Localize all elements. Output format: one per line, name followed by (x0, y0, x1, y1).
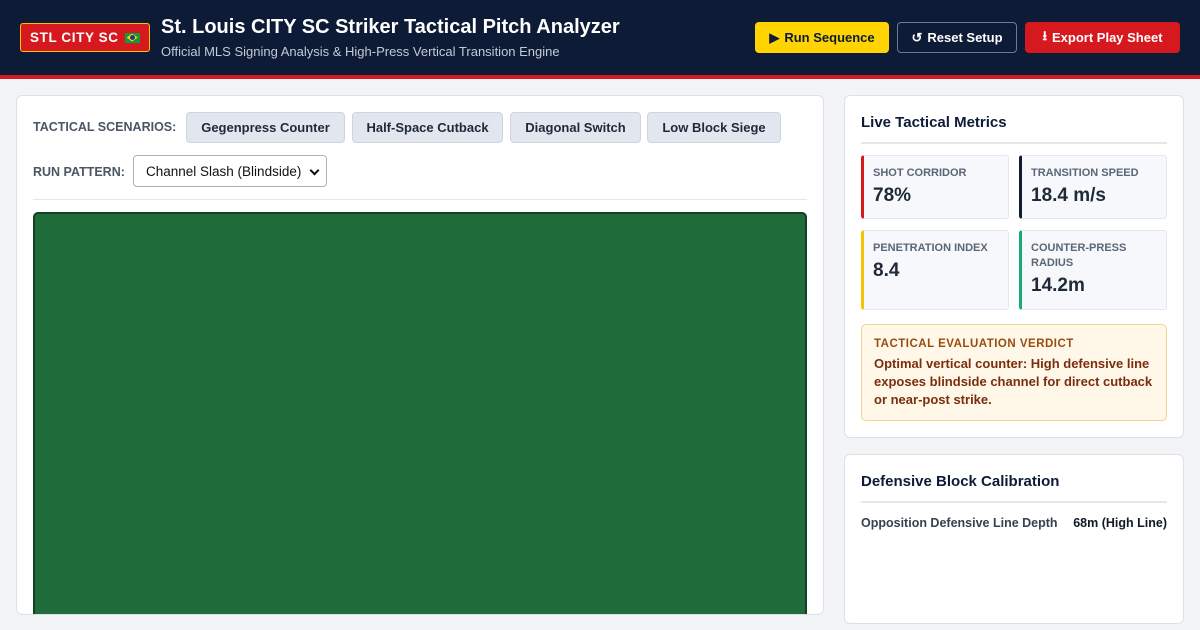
reset-icon: ↺ (911, 29, 923, 45)
app-header: STL CITY SC St. Louis CITY SC Striker Ta… (0, 0, 1200, 79)
tactical-pitch-canvas[interactable] (33, 212, 807, 614)
metric-counter-press-radius: COUNTER-PRESS RADIUS 14.2m (1019, 230, 1167, 310)
metric-penetration-index: PENETRATION INDEX 8.4 (861, 230, 1009, 310)
metric-value: 8.4 (873, 260, 900, 281)
reset-setup-button[interactable]: ↺ Reset Setup (897, 22, 1017, 53)
run-pattern-value: Channel Slash (Blindside) (146, 163, 302, 179)
metric-label: PENETRATION INDEX (873, 242, 988, 254)
live-metrics-divider (861, 142, 1167, 144)
scenario-diagonal-switch[interactable]: Diagonal Switch (510, 112, 641, 143)
calibration-divider (861, 501, 1167, 503)
live-metrics-card: Live Tactical Metrics SHOT CORRIDOR 78% … (844, 95, 1184, 438)
metric-label: TRANSITION SPEED (1031, 167, 1139, 179)
app-title: St. Louis CITY SC Striker Tactical Pitch… (161, 16, 620, 38)
export-play-sheet-label: Export Play Sheet (1052, 30, 1163, 45)
scenario-gegenpress-counter[interactable]: Gegenpress Counter (186, 112, 345, 143)
verdict-label: TACTICAL EVALUATION VERDICT (874, 338, 1074, 350)
run-pattern-select[interactable]: Channel Slash (Blindside) (133, 155, 327, 187)
verdict-text: Optimal vertical counter: High defensive… (874, 356, 1153, 407)
brazil-flag-icon (124, 32, 140, 43)
run-sequence-label: Run Sequence (784, 30, 875, 45)
play-icon: ▶ (769, 29, 780, 45)
metric-value: 18.4 m/s (1031, 185, 1106, 206)
metric-value: 78% (873, 185, 912, 206)
metric-shot-corridor: SHOT CORRIDOR 78% (861, 155, 1009, 219)
metric-transition-speed: TRANSITION SPEED 18.4 m/s (1019, 155, 1167, 219)
club-badge: STL CITY SC (20, 23, 150, 52)
pitch-panel: TACTICAL SCENARIOS: Gegenpress Counter H… (16, 95, 824, 615)
calibration-label: Opposition Defensive Line Depth (861, 516, 1058, 530)
download-icon: ⭳ (1042, 27, 1047, 43)
tactical-scenarios-label: TACTICAL SCENARIOS: (33, 120, 177, 134)
calibration-title: Defensive Block Calibration (861, 473, 1060, 490)
export-play-sheet-button[interactable]: ⭳ Export Play Sheet (1025, 22, 1180, 53)
metric-label: COUNTER-PRESS RADIUS (1031, 242, 1127, 269)
scenario-low-block-siege[interactable]: Low Block Siege (647, 112, 781, 143)
calibration-value: 68m (High Line) (1073, 516, 1167, 530)
calibration-row-line-depth: Opposition Defensive Line Depth 68m (Hig… (861, 516, 1167, 530)
club-badge-label: STL CITY SC (30, 30, 119, 45)
live-metrics-title: Live Tactical Metrics (861, 114, 1007, 131)
metric-value: 14.2m (1031, 275, 1085, 296)
tactical-verdict-box: TACTICAL EVALUATION VERDICT Optimal vert… (861, 324, 1167, 421)
run-sequence-button[interactable]: ▶ Run Sequence (755, 22, 889, 53)
metric-label: SHOT CORRIDOR (873, 167, 967, 179)
scenario-half-space-cutback[interactable]: Half-Space Cutback (352, 112, 503, 143)
app-subtitle: Official MLS Signing Analysis & High-Pre… (161, 44, 560, 59)
chevron-down-icon (309, 165, 320, 176)
reset-setup-label: Reset Setup (927, 30, 1003, 45)
run-pattern-label: RUN PATTERN: (33, 165, 125, 179)
defensive-calibration-card: Defensive Block Calibration Opposition D… (844, 454, 1184, 624)
controls-divider (33, 199, 807, 200)
